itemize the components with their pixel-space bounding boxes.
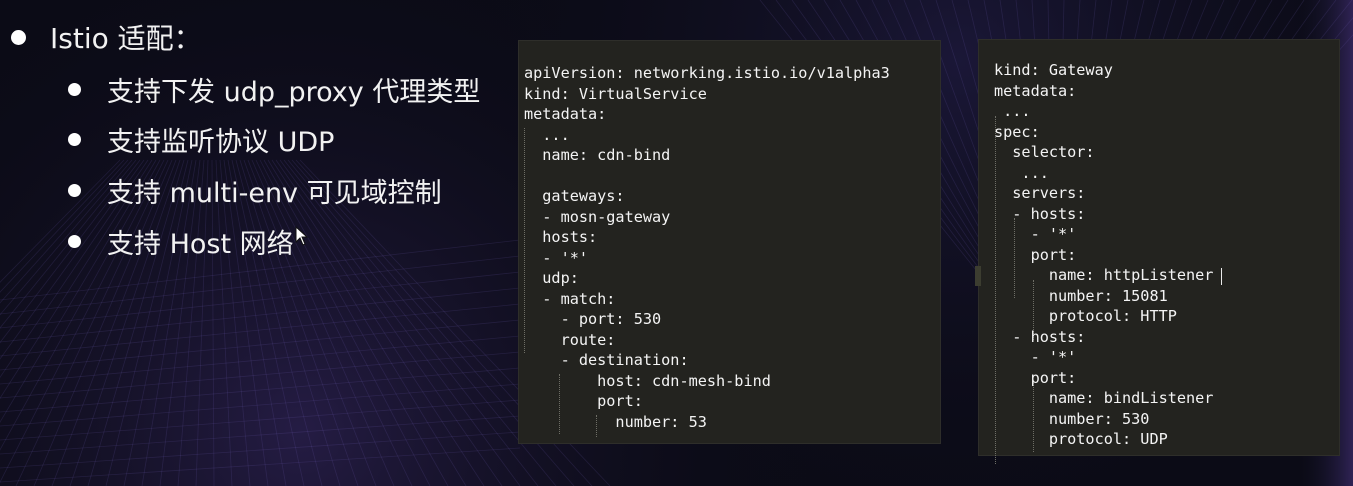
bullet-text: 支持 multi-env 可见域控制 bbox=[107, 177, 442, 209]
bullet-dot-icon bbox=[68, 183, 81, 197]
virtual-service-yaml-text: apiVersion: networking.istio.io/v1alpha3… bbox=[524, 64, 890, 431]
gateway-code-panel[interactable]: kind: Gateway metadata: ... spec: select… bbox=[975, 40, 1339, 464]
bullet-heading: Istio 适配： bbox=[11, 17, 202, 57]
gateway-yaml-text: kind: Gateway metadata: ... spec: select… bbox=[994, 61, 1214, 448]
gateway-yaml[interactable]: kind: Gateway metadata: ... spec: select… bbox=[994, 60, 1213, 450]
bullet-item: 支持 Host 网络 bbox=[68, 221, 294, 261]
bullet-list: Istio 适配： 支持下发 udp_proxy 代理类型 支持监听协议 UDP… bbox=[0, 0, 510, 300]
bullet-text: 支持监听协议 UDP bbox=[107, 126, 335, 158]
bullet-item: 支持下发 udp_proxy 代理类型 bbox=[68, 69, 480, 109]
bullet-item: 支持监听协议 UDP bbox=[68, 119, 334, 159]
bullet-dot-icon bbox=[68, 82, 81, 96]
bullet-item: 支持 multi-env 可见域控制 bbox=[68, 170, 442, 210]
bullet-text: 支持下发 udp_proxy 代理类型 bbox=[107, 76, 481, 108]
editor-gutter-marker bbox=[975, 266, 981, 286]
text-cursor bbox=[1221, 268, 1222, 285]
bullet-text: 支持 Host 网络 bbox=[107, 228, 294, 260]
bullet-dot-icon bbox=[11, 29, 26, 45]
virtual-service-yaml[interactable]: apiVersion: networking.istio.io/v1alpha3… bbox=[524, 63, 890, 432]
virtual-service-code-panel[interactable]: apiVersion: networking.istio.io/v1alpha3… bbox=[519, 41, 940, 443]
bullet-dot-icon bbox=[68, 234, 81, 248]
bullet-heading-text: Istio 适配： bbox=[50, 22, 202, 55]
bullet-dot-icon bbox=[68, 132, 81, 146]
mouse-pointer-icon bbox=[295, 226, 309, 246]
